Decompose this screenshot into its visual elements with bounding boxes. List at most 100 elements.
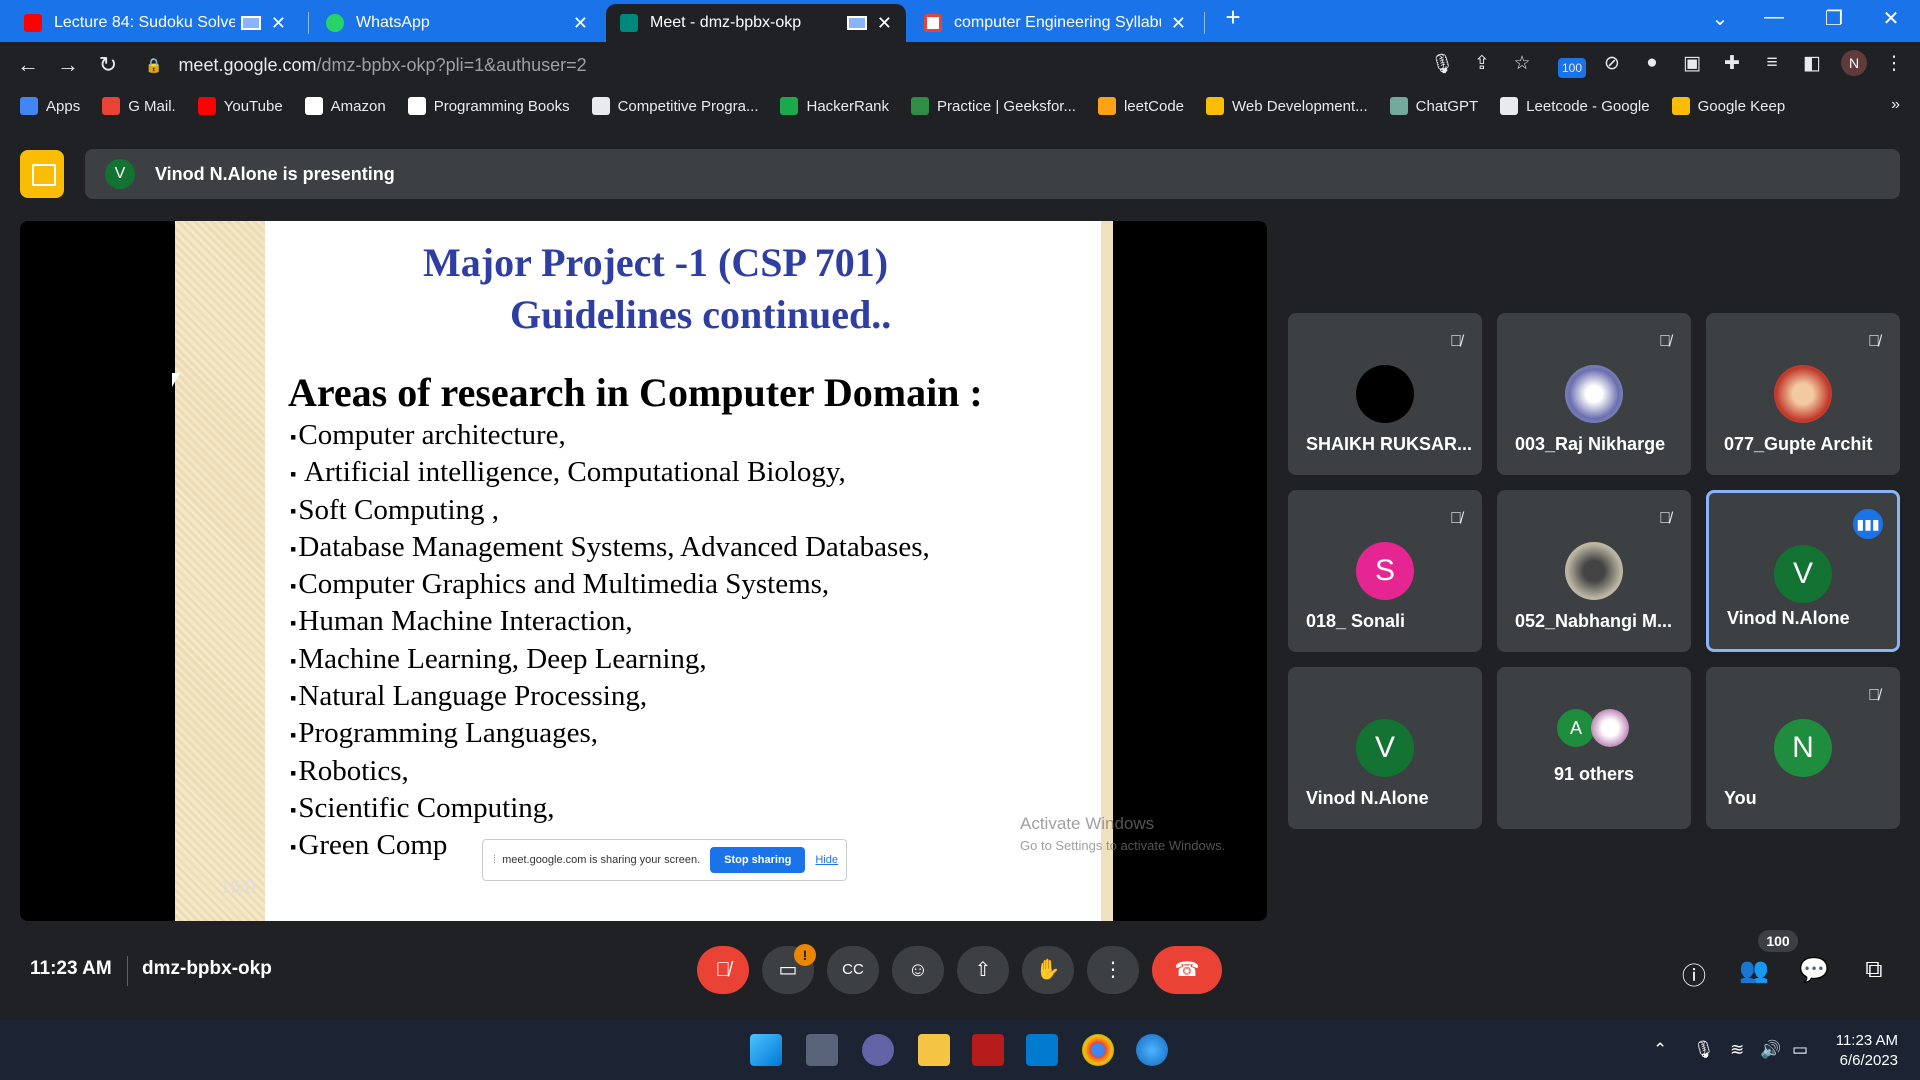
extension-counter-icon[interactable]: 100	[1558, 58, 1586, 78]
game-app-icon[interactable]	[972, 1034, 1004, 1066]
show-hidden-icons[interactable]: ⌃	[1653, 1040, 1667, 1060]
profile-avatar[interactable]: N	[1841, 50, 1867, 76]
teams-chat-icon[interactable]	[862, 1034, 894, 1066]
amazon-icon	[304, 97, 323, 115]
participant-tile[interactable]: 🎙̸ SHAIKH RUKSAR...	[1288, 313, 1482, 475]
participant-tile[interactable]: 🎙̸ 052_Nabhangi M...	[1497, 490, 1691, 652]
captions-button[interactable]: CC	[827, 946, 879, 994]
close-tab-icon[interactable]: ✕	[271, 13, 286, 34]
minimize-button[interactable]: —	[1754, 6, 1794, 29]
file-explorer-icon[interactable]	[918, 1034, 950, 1066]
slide-bullet: Robotics,	[290, 753, 930, 790]
activities-icon[interactable]: ⧉	[1856, 956, 1892, 984]
wifi-icon[interactable]: ≋	[1730, 1040, 1744, 1060]
address-bar[interactable]: 🔒 meet.google.com/dmz-bpbx-okp?pli=1&aut…	[135, 48, 1535, 82]
participant-tile-speaking[interactable]: ▮▮▮ V Vinod N.Alone	[1706, 490, 1900, 652]
tab-meet[interactable]: Meet - dmz-bpbx-okp ✕	[606, 4, 906, 42]
bookmark-item[interactable]: Amazon	[304, 97, 386, 115]
back-icon[interactable]: ←	[14, 52, 42, 78]
close-tab-icon[interactable]: ✕	[877, 13, 892, 34]
bookmark-item[interactable]: G Mail.	[102, 97, 176, 115]
slide-bullet-list: Computer architecture, Artificial intell…	[290, 417, 930, 865]
participant-tile[interactable]: 🎙̸ 003_Raj Nikharge	[1497, 313, 1691, 475]
present-button[interactable]: ⇧	[957, 946, 1009, 994]
bookmark-item[interactable]: Competitive Progra...	[591, 97, 758, 115]
people-icon[interactable]: 👥	[1736, 956, 1772, 985]
slide-bullet: Database Management Systems, Advanced Da…	[290, 529, 929, 566]
menu-icon[interactable]: ⋮	[1880, 52, 1908, 75]
bookmark-item[interactable]: Practice | Geeksfor...	[911, 97, 1076, 115]
close-tab-icon[interactable]: ✕	[573, 13, 588, 34]
bookmark-item[interactable]: leetCode	[1097, 97, 1184, 115]
media-control-icon[interactable]: ≡	[1758, 52, 1786, 74]
tab-whatsapp[interactable]: WhatsApp ✕	[312, 4, 602, 42]
more-options-button[interactable]: ⋮	[1087, 946, 1139, 994]
bookmark-item[interactable]: ChatGPT	[1389, 97, 1478, 115]
activate-windows-watermark: Activate Windows Go to Settings to activ…	[1020, 814, 1226, 853]
slide-bullet: Machine Learning, Deep Learning,	[290, 641, 930, 678]
task-view-icon[interactable]	[806, 1034, 838, 1066]
reload-icon[interactable]: ↻	[94, 52, 122, 78]
bookmark-item[interactable]: Leetcode - Google	[1500, 97, 1650, 115]
extension-compass-icon[interactable]: ⊘	[1598, 52, 1626, 75]
presenting-text: Vinod N.Alone is presenting	[155, 163, 395, 184]
star-icon[interactable]: ☆	[1508, 52, 1536, 75]
close-window-button[interactable]: ✕	[1871, 6, 1911, 31]
end-call-button[interactable]: ☎	[1152, 946, 1222, 994]
participant-tile[interactable]: V Vinod N.Alone	[1288, 667, 1482, 829]
system-clock[interactable]: 11:23 AM 6/6/2023	[1832, 1031, 1898, 1071]
tab-syllabus[interactable]: computer Engineering Syllabus - ✕	[910, 4, 1200, 42]
start-icon[interactable]	[750, 1034, 782, 1066]
close-tab-icon[interactable]: ✕	[1171, 13, 1186, 34]
others-tile[interactable]: A 91 others	[1497, 667, 1691, 829]
bookmark-item[interactable]: YouTube	[197, 97, 283, 115]
share-icon[interactable]: ⇪	[1468, 52, 1496, 75]
forward-icon[interactable]: →	[54, 52, 82, 78]
drag-handle-icon[interactable]: ⁞	[493, 854, 496, 866]
bookmark-item[interactable]: Google Keep	[1671, 97, 1785, 115]
slide-bullet: Computer architecture,	[290, 417, 930, 454]
camera-alert-badge: !	[794, 944, 816, 966]
bookmark-item[interactable]: Apps	[20, 97, 80, 115]
volume-icon[interactable]: 🔊	[1760, 1040, 1781, 1060]
mic-tray-icon[interactable]: 🎙	[1693, 1040, 1715, 1060]
side-panel-icon[interactable]: ◧	[1798, 52, 1826, 75]
puzzle-icon[interactable]: ✚	[1718, 52, 1746, 75]
slide-bullet: Programming Languages,	[290, 715, 930, 752]
bookmark-item[interactable]: Programming Books	[407, 97, 570, 115]
slide-title: Major Project -1 (CSP 701)	[423, 240, 889, 285]
new-tab-button[interactable]: +	[1213, 2, 1253, 33]
hide-link[interactable]: Hide	[815, 854, 838, 866]
bookmark-item[interactable]: HackerRank	[780, 97, 889, 115]
bookmark-item[interactable]: Web Development...	[1206, 97, 1368, 115]
participant-tile[interactable]: 🎙̸ 077_Gupte Archit	[1706, 313, 1900, 475]
restore-button[interactable]: ❐	[1814, 6, 1854, 31]
mic-toggle-button[interactable]: 🎙̸	[697, 946, 749, 994]
media-playing-icon	[846, 16, 867, 30]
meeting-code: dmz-bpbx-okp	[142, 958, 272, 979]
tab-youtube-lecture[interactable]: Lecture 84: Sudoku Solver Pr ✕	[10, 4, 300, 42]
vscode-icon[interactable]	[1026, 1034, 1058, 1066]
browser-toolbar: ← → ↻ 🔒 meet.google.com/dmz-bpbx-okp?pli…	[0, 42, 1920, 88]
chat-icon[interactable]: 💬	[1796, 956, 1832, 985]
tab-search-icon[interactable]: ⌄	[1700, 6, 1740, 31]
presentation-slide: Major Project -1 (CSP 701) Guidelines co…	[175, 221, 1113, 921]
emoji-button[interactable]: ☺	[892, 946, 944, 994]
participant-tile[interactable]: 🎙̸ S 018_ Sonali	[1288, 490, 1482, 652]
stop-sharing-button[interactable]: Stop sharing	[710, 847, 806, 873]
battery-icon[interactable]: ▭	[1792, 1040, 1808, 1060]
chrome-icon[interactable]	[1082, 1034, 1114, 1066]
extension-icon[interactable]: ●	[1638, 52, 1666, 74]
cast-icon[interactable]: ▣	[1678, 52, 1706, 75]
participant-avatar: V	[1774, 545, 1832, 603]
globe-app-icon[interactable]	[1136, 1034, 1168, 1066]
mic-icon[interactable]: 🎙	[1428, 52, 1456, 76]
self-tile[interactable]: 🎙̸ N You	[1706, 667, 1900, 829]
presentation-icon	[20, 150, 64, 198]
more-bookmarks-icon[interactable]: »	[1891, 96, 1900, 114]
youtube-icon	[24, 14, 42, 32]
raise-hand-button[interactable]: ✋	[1022, 946, 1074, 994]
presentation-stage: Major Project -1 (CSP 701) Guidelines co…	[20, 221, 1267, 921]
info-icon[interactable]: ⓘ	[1676, 956, 1712, 991]
screen-share-notice: ⁞ meet.google.com is sharing your screen…	[482, 839, 847, 881]
